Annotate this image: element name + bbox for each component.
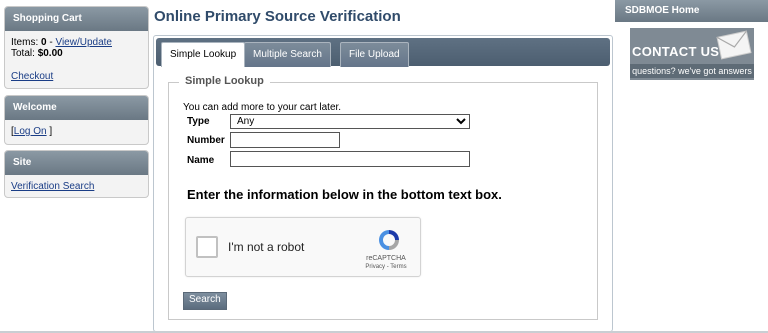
name-input[interactable] xyxy=(230,151,470,167)
captcha-checkbox[interactable] xyxy=(196,236,218,258)
main-panel: Simple Lookup Multiple Search File Uploa… xyxy=(153,35,613,332)
shopping-cart-header: Shopping Cart xyxy=(5,7,148,31)
search-button[interactable]: Search xyxy=(183,292,227,310)
shopping-cart-box: Shopping Cart Items: 0 - View/Update Tot… xyxy=(4,6,149,89)
logon-bracket-close: ] xyxy=(46,126,53,137)
log-on-link[interactable]: Log On xyxy=(14,126,47,137)
items-label: Items: xyxy=(11,37,39,48)
welcome-body: [Log On ] xyxy=(5,120,148,143)
total-value: $0.00 xyxy=(37,48,63,59)
captcha-label: I'm not a robot xyxy=(228,240,305,254)
verification-search-link[interactable]: Verification Search xyxy=(11,181,94,192)
cart-items-line: Items: 0 - View/Update xyxy=(11,37,142,48)
recaptcha-brand: reCAPTCHA xyxy=(366,255,406,262)
welcome-box: Welcome [Log On ] xyxy=(4,95,149,145)
contact-us-subtitle: questions? we've got answers xyxy=(630,64,754,78)
tab-file-upload[interactable]: File Upload xyxy=(340,42,409,67)
site-box: Site Verification Search xyxy=(4,150,149,198)
welcome-header: Welcome xyxy=(5,96,148,120)
tab-simple-lookup[interactable]: Simple Lookup xyxy=(161,42,246,67)
recaptcha-privacy-link[interactable]: Privacy xyxy=(365,264,385,270)
tab-multiple-search[interactable]: Multiple Search xyxy=(244,42,331,67)
site-header: Site xyxy=(5,151,148,175)
view-update-link[interactable]: View/Update xyxy=(55,37,112,48)
recaptcha-terms-link[interactable]: Terms xyxy=(390,264,406,270)
total-label: Total: xyxy=(11,48,35,59)
captcha-instructions: Enter the information below in the botto… xyxy=(187,187,502,202)
sdbmoe-home-link[interactable]: SDBMOE Home xyxy=(615,0,768,22)
type-label: Type xyxy=(187,116,210,127)
recaptcha-logo-icon xyxy=(379,230,399,250)
recaptcha-widget: I'm not a robot reCAPTCHA Privacy - Term… xyxy=(185,217,421,277)
envelope-icon xyxy=(716,30,752,60)
recaptcha-links: Privacy - Terms xyxy=(356,264,416,270)
shopping-cart-body: Items: 0 - View/Update Total: $0.00 Chec… xyxy=(5,31,148,88)
number-input[interactable] xyxy=(230,132,340,148)
number-label: Number xyxy=(187,135,225,146)
cart-note: You can add more to your cart later. xyxy=(183,102,342,113)
page-title: Online Primary Source Verification xyxy=(154,8,401,25)
fieldset-legend: Simple Lookup xyxy=(179,75,270,87)
simple-lookup-fieldset: Simple Lookup You can add more to your c… xyxy=(168,75,598,320)
tab-bar: Simple Lookup Multiple Search File Uploa… xyxy=(156,38,610,67)
cart-total-line: Total: $0.00 xyxy=(11,48,142,59)
checkout-link[interactable]: Checkout xyxy=(11,71,53,82)
contact-us-title: CONTACT US xyxy=(632,44,720,59)
type-select[interactable]: Any xyxy=(230,114,470,129)
site-body: Verification Search xyxy=(5,175,148,198)
name-label: Name xyxy=(187,155,215,166)
contact-us-banner[interactable]: CONTACT US questions? we've got answers xyxy=(630,28,754,80)
